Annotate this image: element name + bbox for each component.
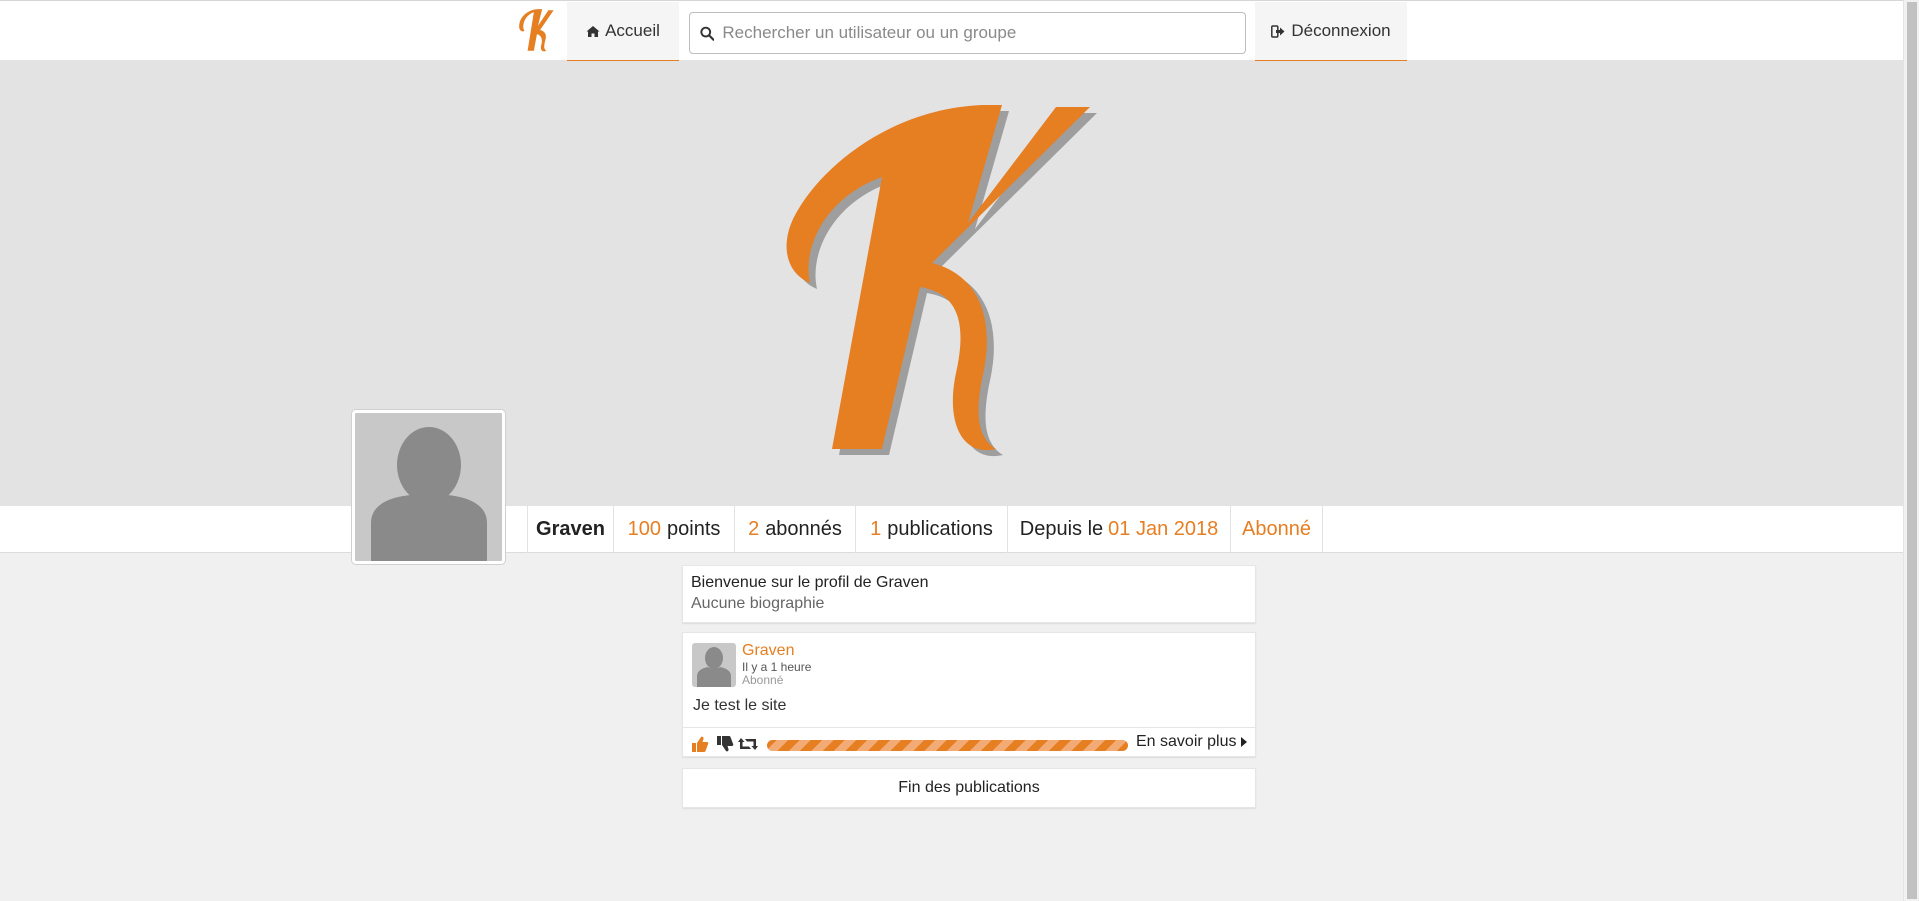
stat-points-value: 100 xyxy=(627,518,661,540)
search-bar xyxy=(689,12,1246,54)
thumbs-up-icon[interactable] xyxy=(691,735,709,753)
post-actions-bar: En savoir plus xyxy=(683,727,1255,758)
page-scrollbar[interactable] xyxy=(1903,0,1919,901)
feed-end-card: Fin des publications xyxy=(682,768,1256,808)
stat-followers-label: abonnés xyxy=(765,518,842,540)
stat-member-since: Depuis le 01 Jan 2018 xyxy=(1008,506,1231,553)
profile-name: Graven xyxy=(527,506,614,553)
nav-home-link[interactable]: Accueil xyxy=(567,2,679,62)
profile-banner xyxy=(0,61,1903,506)
post-author-status: Abonné xyxy=(742,673,784,687)
stat-publications[interactable]: 1 publications xyxy=(856,506,1008,553)
user-silhouette-icon xyxy=(697,647,731,687)
read-more-label: En savoir plus xyxy=(1136,733,1237,750)
bio-card: Bienvenue sur le profil de Graven Aucune… xyxy=(682,565,1256,623)
search-input[interactable] xyxy=(722,23,1245,43)
post-author-avatar[interactable] xyxy=(692,643,736,687)
thumbs-down-icon[interactable] xyxy=(716,735,734,753)
stat-publications-value: 1 xyxy=(870,518,882,540)
stat-publications-label: publications xyxy=(887,518,993,540)
stat-points: 100 points xyxy=(614,506,735,553)
logout-button[interactable]: Déconnexion xyxy=(1255,2,1407,62)
scrollbar-thumb[interactable] xyxy=(1907,2,1917,899)
top-navbar: Accueil Déconnexion xyxy=(0,0,1903,62)
post-author-name[interactable]: Graven xyxy=(742,642,794,660)
bio-text: Aucune biographie xyxy=(691,595,825,612)
user-silhouette-icon xyxy=(371,427,487,561)
post-timestamp: Il y a 1 heure xyxy=(742,660,812,674)
follow-button[interactable]: Abonné xyxy=(1231,506,1323,553)
nav-home-label: Accueil xyxy=(605,21,660,40)
post-score-bar-fill xyxy=(767,740,1128,751)
profile-stats-bar: Graven 100 points 2 abonnés 1 publicatio… xyxy=(0,506,1903,553)
site-logo[interactable] xyxy=(512,5,564,57)
banner-logo xyxy=(786,105,1097,457)
profile-name-text: Graven xyxy=(536,518,605,540)
bio-title: Bienvenue sur le profil de Graven xyxy=(691,574,929,591)
member-since-label: Depuis le xyxy=(1019,518,1104,540)
home-icon xyxy=(586,25,600,37)
post-score-bar xyxy=(767,740,1128,751)
follow-button-label: Abonné xyxy=(1242,518,1311,540)
member-since-date: 01 Jan 2018 xyxy=(1108,518,1219,540)
post-body: Je test le site xyxy=(693,697,787,714)
stat-followers-value: 2 xyxy=(748,518,760,540)
logout-label: Déconnexion xyxy=(1291,21,1391,40)
stat-points-label: points xyxy=(667,518,721,540)
profile-avatar[interactable] xyxy=(352,410,505,564)
stat-followers[interactable]: 2 abonnés xyxy=(735,506,856,553)
caret-right-icon xyxy=(1240,737,1247,747)
search-icon xyxy=(700,26,715,41)
feed-end-label: Fin des publications xyxy=(898,779,1040,796)
sign-out-icon xyxy=(1271,24,1285,38)
retweet-icon[interactable] xyxy=(737,735,759,753)
read-more-link[interactable]: En savoir plus xyxy=(1136,733,1247,751)
post-card: Graven Il y a 1 heure Abonné Je test le … xyxy=(682,632,1256,757)
